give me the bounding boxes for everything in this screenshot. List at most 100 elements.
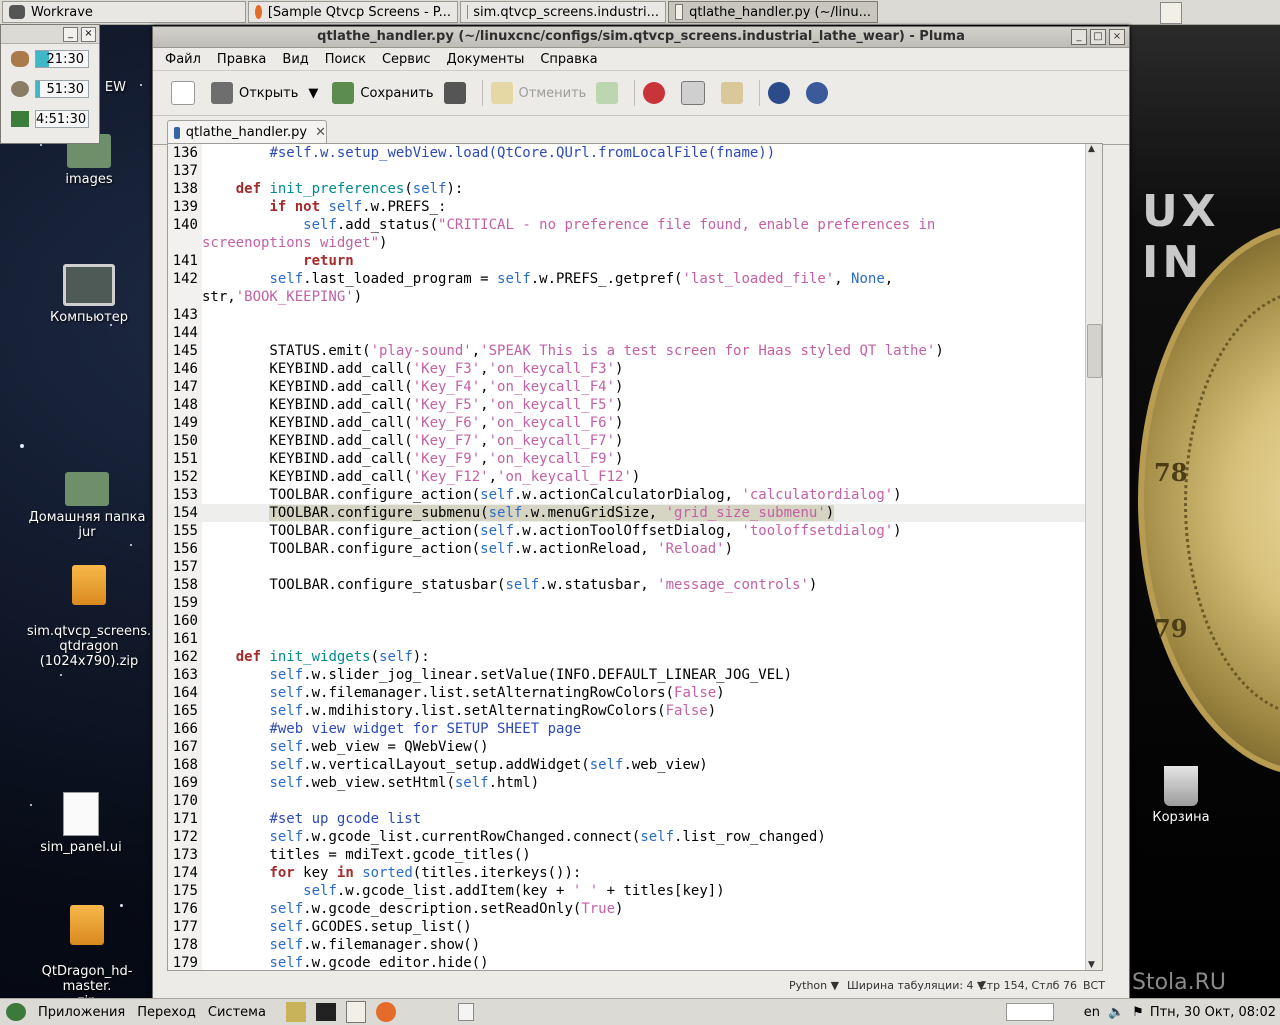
code-text[interactable]: self.w.slider_jog_linear.setValue(INFO.D… [202,666,1100,684]
code-text[interactable]: str,'BOOK_KEEPING') [202,288,1100,306]
keyboard-layout[interactable]: en [1084,1005,1100,1020]
taskbar-item-folder[interactable]: sim.qtvcp_screens.industri... [460,1,666,23]
linux-icon[interactable] [286,1002,306,1022]
language-selector[interactable]: Python ▼ [789,979,839,992]
desktop-icon-qtdragon-zip[interactable]: sim.qtvcp_screens. qtdragon (1024x790).z… [24,550,154,684]
code-line[interactable]: 161 [168,630,1100,648]
desktop-icon-trash[interactable]: Корзина [1116,766,1246,825]
code-line[interactable]: 147 KEYBIND.add_call('Key_F4','on_keycal… [168,378,1100,396]
code-text[interactable] [202,594,1100,612]
volume-icon[interactable]: 🔈 [1108,1005,1124,1020]
code-line[interactable]: 149 KEYBIND.add_call('Key_F6','on_keycal… [168,414,1100,432]
code-line[interactable]: 157 [168,558,1100,576]
menu-view[interactable]: Вид [282,52,308,67]
show-desktop-icon[interactable] [458,1003,474,1021]
code-line[interactable]: 151 KEYBIND.add_call('Key_F9','on_keycal… [168,450,1100,468]
code-text[interactable]: #web view widget for SETUP SHEET page [202,720,1100,738]
code-text[interactable]: KEYBIND.add_call('Key_F6','on_keycall_F6… [202,414,1100,432]
code-line[interactable]: 140 self.add_status("CRITICAL - no prefe… [168,216,1100,234]
code-line[interactable]: 163 self.w.slider_jog_linear.setValue(IN… [168,666,1100,684]
code-line[interactable]: 158 TOOLBAR.configure_statusbar(self.w.s… [168,576,1100,594]
window-titlebar[interactable]: qtlathe_handler.py (~/linuxcnc/configs/s… [153,27,1129,48]
redo-button[interactable] [596,82,624,104]
code-line[interactable]: 143 [168,306,1100,324]
code-text[interactable]: TOOLBAR.configure_action(self.w.actionCa… [202,486,1100,504]
code-text[interactable]: #set up gcode list [202,810,1100,828]
code-text[interactable]: if not self.w.PREFS_: [202,198,1100,216]
close-button[interactable]: × [81,27,96,42]
text-editor-icon[interactable] [346,1001,366,1023]
menu-documents[interactable]: Документы [447,52,525,67]
code-line[interactable]: 138 def init_preferences(self): [168,180,1100,198]
code-line[interactable]: 172 self.w.gcode_list.currentRowChanged.… [168,828,1100,846]
code-text[interactable]: KEYBIND.add_call('Key_F3','on_keycall_F3… [202,360,1100,378]
code-line[interactable]: 142 self.last_loaded_program = self.w.PR… [168,270,1100,288]
code-line[interactable]: 148 KEYBIND.add_call('Key_F5','on_keycal… [168,396,1100,414]
new-button[interactable] [171,81,201,105]
code-text[interactable]: STATUS.emit('play-sound','SPEAK This is … [202,342,1100,360]
undo-button[interactable]: Отменить [491,82,587,104]
code-line[interactable]: 179 self.w.gcode_editor.hide() [168,954,1100,971]
replace-button[interactable] [806,82,834,104]
code-line[interactable]: 136 #self.w.setup_webView.load(QtCore.QU… [168,144,1100,162]
code-text[interactable]: screenoptions widget") [202,234,1100,252]
code-line[interactable]: 145 STATUS.emit('play-sound','SPEAK This… [168,342,1100,360]
code-text[interactable]: def init_widgets(self): [202,648,1100,666]
taskbar-item-browser[interactable]: [Sample Qtvcp Screens - P... [248,1,458,23]
code-text[interactable]: KEYBIND.add_call('Key_F9','on_keycall_F9… [202,450,1100,468]
paste-button[interactable] [721,82,749,104]
desktop-icon-home[interactable]: Домашняя папка jur [22,472,152,540]
code-line[interactable]: 153 TOOLBAR.configure_action(self.w.acti… [168,486,1100,504]
code-line[interactable]: 173 titles = mdiText.gcode_titles() [168,846,1100,864]
vertical-scrollbar[interactable]: ▲ ▼ [1085,144,1102,970]
minimize-button[interactable]: _ [63,27,78,42]
code-view[interactable]: 136 #self.w.setup_webView.load(QtCore.QU… [168,144,1100,970]
code-line[interactable]: 137 [168,162,1100,180]
code-line[interactable]: 155 TOOLBAR.configure_action(self.w.acti… [168,522,1100,540]
code-text[interactable]: self.w.gcode_list.currentRowChanged.conn… [202,828,1100,846]
code-editor[interactable]: 136 #self.w.setup_webView.load(QtCore.QU… [167,143,1103,971]
code-text[interactable] [202,792,1100,810]
firefox-icon[interactable] [376,1002,396,1022]
code-line[interactable]: 141 return [168,252,1100,270]
code-text[interactable] [202,306,1100,324]
scrollbar-thumb[interactable] [1087,324,1102,378]
code-text[interactable] [202,324,1100,342]
code-text[interactable]: self.w.gcode_description.setReadOnly(Tru… [202,900,1100,918]
desktop-icon-sim-panel[interactable]: sim_panel.ui [16,792,146,855]
code-text[interactable] [202,162,1100,180]
code-line[interactable]: 150 KEYBIND.add_call('Key_F7','on_keycal… [168,432,1100,450]
maximize-button[interactable]: □ [1090,29,1106,45]
code-text[interactable]: self.w.verticalLayout_setup.addWidget(se… [202,756,1100,774]
cut-button[interactable] [643,82,671,104]
code-text[interactable]: return [202,252,1100,270]
menu-system[interactable]: Система [202,1005,272,1020]
code-text[interactable]: self.w.mdihistory.list.setAlternatingRow… [202,702,1100,720]
code-line[interactable]: 171 #set up gcode list [168,810,1100,828]
code-line[interactable]: 165 self.w.mdihistory.list.setAlternatin… [168,702,1100,720]
code-line[interactable]: 164 self.w.filemanager.list.setAlternati… [168,684,1100,702]
code-text[interactable]: TOOLBAR.configure_action(self.w.actionTo… [202,522,1100,540]
code-line[interactable]: 146 KEYBIND.add_call('Key_F3','on_keycal… [168,360,1100,378]
close-tab-icon[interactable]: ✕ [315,125,326,140]
workrave-tray-icon[interactable] [1006,1003,1054,1021]
minimize-button[interactable]: _ [1071,29,1087,45]
menu-edit[interactable]: Правка [217,52,266,67]
code-line[interactable]: 175 self.w.gcode_list.addItem(key + ' ' … [168,882,1100,900]
code-line[interactable]: screenoptions widget") [168,234,1100,252]
network-icon[interactable]: ⚑ [1132,1005,1144,1020]
menu-file[interactable]: Файл [165,52,201,67]
taskbar-item-workrave[interactable]: Workrave [2,1,246,23]
close-button[interactable]: × [1109,29,1125,45]
notes-icon[interactable] [1160,2,1182,24]
code-text[interactable] [202,612,1100,630]
code-line[interactable]: 152 KEYBIND.add_call('Key_F12','on_keyca… [168,468,1100,486]
code-text[interactable]: KEYBIND.add_call('Key_F7','on_keycall_F7… [202,432,1100,450]
code-line[interactable]: 178 self.w.filemanager.show() [168,936,1100,954]
code-text[interactable]: def init_preferences(self): [202,180,1100,198]
menu-search[interactable]: Поиск [325,52,366,67]
save-button[interactable]: Сохранить [332,82,433,104]
code-line[interactable]: 144 [168,324,1100,342]
code-line[interactable]: 177 self.GCODES.setup_list() [168,918,1100,936]
code-text[interactable]: self.w.gcode_editor.hide() [202,954,1100,971]
